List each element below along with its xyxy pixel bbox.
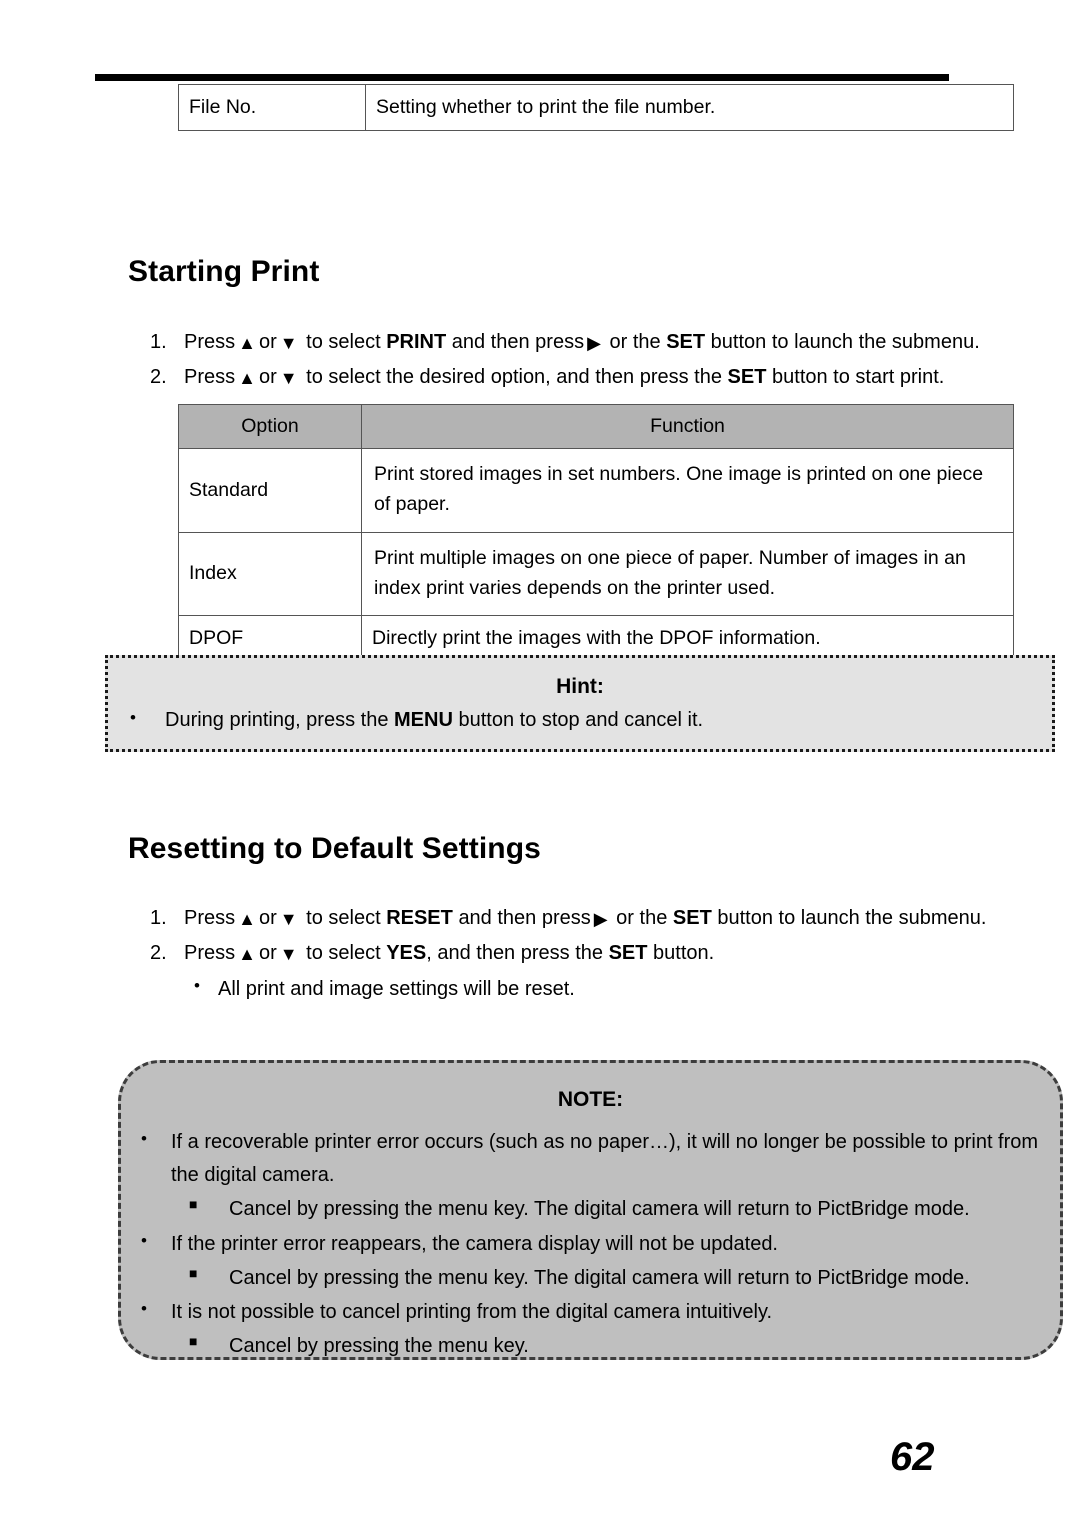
bullet-icon: •: [194, 975, 200, 995]
step-text-mid2: to select: [306, 942, 381, 965]
up-triangle-icon: [238, 334, 256, 352]
down-triangle-icon: [280, 369, 298, 387]
keyword-print: PRINT: [386, 331, 447, 353]
list-item: ■ Cancel by pressing the menu key. The di…: [121, 1262, 1060, 1295]
list-item: ■ Cancel by pressing the menu key. The di…: [121, 1193, 1060, 1226]
hint-list: • During printing, press the MENU button …: [108, 708, 1052, 732]
step-text-mid3: and then press: [451, 331, 585, 353]
subbullet-text: All print and image settings will be res…: [218, 977, 575, 1000]
note-subtext: Cancel by pressing the menu key.: [229, 1335, 529, 1358]
up-triangle-icon: [238, 945, 256, 963]
step-text-mid2: to select the desired option, and then p…: [306, 366, 722, 389]
step-number: 2.: [150, 366, 167, 389]
page-number: 62: [890, 1435, 935, 1479]
page-title-resetting: Resetting to Default Settings: [128, 832, 541, 865]
option-cell-index: Index: [178, 531, 362, 617]
step-number: 2.: [150, 942, 167, 965]
table-row: Index Print multiple images on one piece…: [178, 531, 1014, 617]
square-bullet-icon: ■: [189, 1196, 198, 1213]
note-title: NOTE:: [557, 1088, 624, 1111]
list-item: ■ Cancel by pressing the menu key.: [121, 1330, 1060, 1363]
starting-print-steps: 1. Pressor to select PRINT and then press…: [148, 326, 1068, 397]
step-text-pre: Press: [184, 366, 236, 389]
step-text-tail: button to start print.: [772, 366, 945, 389]
square-bullet-icon: ■: [189, 1264, 198, 1281]
list-item: 2. Pressor to select YES, and then press …: [148, 937, 1028, 969]
note-callout-box: NOTE: • If a recoverable printer error oc…: [118, 1060, 1063, 1360]
step-text-mid3: , and then press the: [426, 942, 604, 965]
step-text-mid3: and then press: [458, 907, 591, 929]
step-text-pre: Press: [184, 331, 236, 353]
hint-title: Hint:: [556, 675, 604, 698]
step-text-pre: Press: [184, 907, 236, 929]
step-number: 1.: [150, 331, 167, 353]
step-number: 1.: [150, 907, 167, 929]
down-triangle-icon: [280, 945, 298, 963]
table-row: Standard Print stored images in set numb…: [178, 448, 1014, 533]
down-triangle-icon: [280, 910, 298, 928]
bullet-icon: •: [141, 1129, 147, 1148]
right-triangle-icon: [594, 910, 608, 928]
step-text-mid2: to select: [306, 331, 381, 353]
step-text-mid4: or the: [616, 907, 668, 929]
keyword-set: SET: [672, 907, 712, 929]
step-text-mid1: or: [258, 331, 277, 353]
function-cell-index: Print multiple images on one piece of pa…: [361, 531, 1014, 617]
note-subtext: Cancel by pressing the menu key. The dig…: [229, 1266, 970, 1289]
step-text-mid4: or the: [609, 331, 661, 353]
note-subtext: Cancel by pressing the menu key. The dig…: [229, 1198, 970, 1221]
note-text: If the printer error reappears, the came…: [171, 1232, 778, 1255]
file-no-table: File No. Setting whether to print the fi…: [178, 83, 1014, 132]
keyword-yes: YES: [386, 942, 427, 965]
note-text: It is not possible to cancel printing fr…: [171, 1300, 773, 1323]
hint-text-pre: During printing, press the: [165, 709, 389, 731]
step-text-mid1: or: [258, 907, 277, 929]
keyword-reset: RESET: [386, 907, 453, 929]
bullet-icon: •: [141, 1298, 147, 1318]
list-item: • It is not possible to cancel printing f…: [121, 1296, 1060, 1329]
bullet-icon: •: [141, 1230, 147, 1250]
up-triangle-icon: [238, 369, 256, 387]
list-item: • If a recoverable printer error occurs (…: [121, 1126, 1060, 1192]
print-option-table: Option Function Standard Print stored im…: [178, 403, 1014, 663]
option-cell-standard: Standard: [178, 448, 362, 533]
right-triangle-icon: [587, 334, 601, 352]
page-title-starting-print: Starting Print: [128, 255, 320, 288]
keyword-set: SET: [608, 942, 648, 965]
keyword-menu: MENU: [394, 709, 453, 731]
list-item: • During printing, press the MENU button …: [108, 708, 1052, 732]
keyword-set: SET: [666, 331, 706, 353]
note-list: • If a recoverable printer error occurs (…: [121, 1126, 1060, 1363]
list-item: 1. Pressor to select PRINT and then press…: [148, 326, 1068, 358]
function-cell-standard: Print stored images in set numbers. One …: [361, 448, 1014, 533]
file-no-function-cell: Setting whether to print the file number…: [365, 83, 1014, 132]
step-text-mid1: or: [258, 366, 277, 389]
up-triangle-icon: [238, 910, 256, 928]
step-text-pre: Press: [184, 942, 236, 965]
step-text-tail: button.: [653, 942, 715, 965]
column-header-option: Option: [178, 403, 362, 450]
step-text-tail: button to launch the submenu.: [710, 331, 980, 353]
list-item: 1. Pressor to select RESET and then press…: [148, 902, 1028, 934]
table-row: File No. Setting whether to print the fi…: [178, 83, 1014, 132]
square-bullet-icon: ■: [189, 1333, 198, 1350]
hint-callout-box: Hint: • During printing, press the MENU b…: [105, 655, 1055, 752]
step-text-mid1: or: [258, 942, 277, 965]
note-text: If a recoverable printer error occurs (s…: [171, 1131, 1039, 1187]
step-text-tail: button to launch the submenu.: [717, 907, 987, 929]
resetting-steps: 1. Pressor to select RESET and then press…: [148, 902, 1028, 1005]
table-header-row: Option Function: [178, 403, 1014, 450]
list-item: • All print and image settings will be re…: [148, 973, 1028, 1005]
keyword-set: SET: [727, 366, 767, 389]
header-rule: [95, 74, 949, 81]
list-item: 2. Pressor to select the desired option, …: [148, 361, 1068, 393]
column-header-function: Function: [361, 403, 1014, 450]
list-item: • If the printer error reappears, the cam…: [121, 1228, 1060, 1261]
step-text-mid2: to select: [306, 907, 381, 929]
file-no-option-cell: File No.: [178, 83, 366, 132]
bullet-icon: •: [130, 708, 136, 727]
hint-text-tail: button to stop and cancel it.: [458, 709, 704, 731]
down-triangle-icon: [280, 334, 298, 352]
